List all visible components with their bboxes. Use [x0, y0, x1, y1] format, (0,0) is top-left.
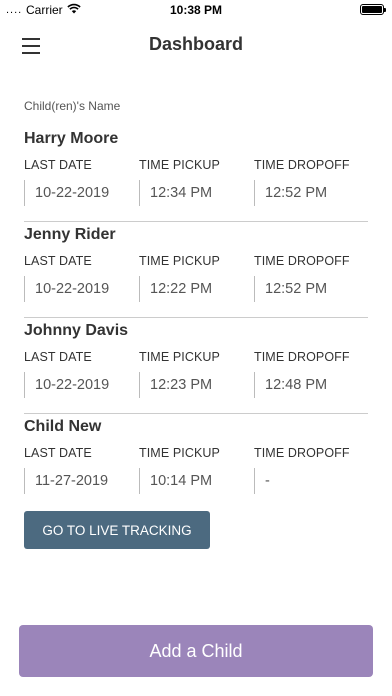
pickup-label: TIME PICKUP: [139, 254, 220, 268]
pickup-value: 12:23 PM: [139, 372, 254, 398]
last-date-value: 10-22-2019: [24, 276, 139, 302]
child-card[interactable]: Johnny Davis LAST DATE 10-22-2019 TIME P…: [24, 318, 368, 414]
last-date-column: LAST DATE 11-27-2019: [24, 446, 139, 494]
last-date-value: 10-22-2019: [24, 372, 139, 398]
last-date-column: LAST DATE 10-22-2019: [24, 254, 139, 302]
child-name: Jenny Rider: [24, 226, 116, 243]
last-date-value: 11-27-2019: [24, 468, 139, 494]
last-date-value: 10-22-2019: [24, 180, 139, 206]
pickup-column: TIME PICKUP 10:14 PM: [139, 446, 254, 494]
child-list: Harry Moore LAST DATE 10-22-2019 TIME PI…: [24, 126, 368, 510]
dropoff-label: TIME DROPOFF: [254, 158, 350, 172]
dropoff-value: 12:48 PM: [254, 372, 369, 398]
pickup-label: TIME PICKUP: [139, 446, 220, 460]
dropoff-column: TIME DROPOFF 12:52 PM: [254, 158, 369, 206]
dropoff-label: TIME DROPOFF: [254, 446, 350, 460]
pickup-column: TIME PICKUP 12:23 PM: [139, 350, 254, 398]
pickup-label: TIME PICKUP: [139, 158, 220, 172]
status-time: 10:38 PM: [169, 3, 223, 17]
dropoff-column: TIME DROPOFF -: [254, 446, 369, 494]
child-name: Harry Moore: [24, 130, 119, 147]
last-date-label: LAST DATE: [24, 158, 92, 172]
section-label: Child(ren)'s Name: [24, 99, 121, 113]
live-tracking-button[interactable]: GO TO LIVE TRACKING: [24, 511, 210, 549]
last-date-column: LAST DATE 10-22-2019: [24, 350, 139, 398]
child-card[interactable]: Child New LAST DATE 11-27-2019 TIME PICK…: [24, 414, 368, 510]
dropoff-column: TIME DROPOFF 12:48 PM: [254, 350, 369, 398]
status-bar: .... Carrier 10:38 PM: [0, 0, 392, 20]
pickup-value: 12:22 PM: [139, 276, 254, 302]
last-date-label: LAST DATE: [24, 350, 92, 364]
child-name: Johnny Davis: [24, 322, 129, 339]
child-card[interactable]: Jenny Rider LAST DATE 10-22-2019 TIME PI…: [24, 222, 368, 318]
last-date-label: LAST DATE: [24, 446, 92, 460]
pickup-value: 10:14 PM: [139, 468, 254, 494]
battery-icon: [360, 4, 386, 15]
last-date-label: LAST DATE: [24, 254, 92, 268]
dropoff-value: 12:52 PM: [254, 180, 369, 206]
dropoff-label: TIME DROPOFF: [254, 254, 350, 268]
dropoff-value: 12:52 PM: [254, 276, 369, 302]
dropoff-label: TIME DROPOFF: [254, 350, 350, 364]
pickup-column: TIME PICKUP 12:22 PM: [139, 254, 254, 302]
pickup-column: TIME PICKUP 12:34 PM: [139, 158, 254, 206]
child-name: Child New: [24, 418, 102, 435]
page-title: Dashboard: [148, 34, 244, 54]
add-child-button[interactable]: Add a Child: [19, 625, 373, 677]
dropoff-column: TIME DROPOFF 12:52 PM: [254, 254, 369, 302]
child-card[interactable]: Harry Moore LAST DATE 10-22-2019 TIME PI…: [24, 126, 368, 222]
dropoff-value: -: [254, 468, 369, 494]
last-date-column: LAST DATE 10-22-2019: [24, 158, 139, 206]
pickup-label: TIME PICKUP: [139, 350, 220, 364]
pickup-value: 12:34 PM: [139, 180, 254, 206]
